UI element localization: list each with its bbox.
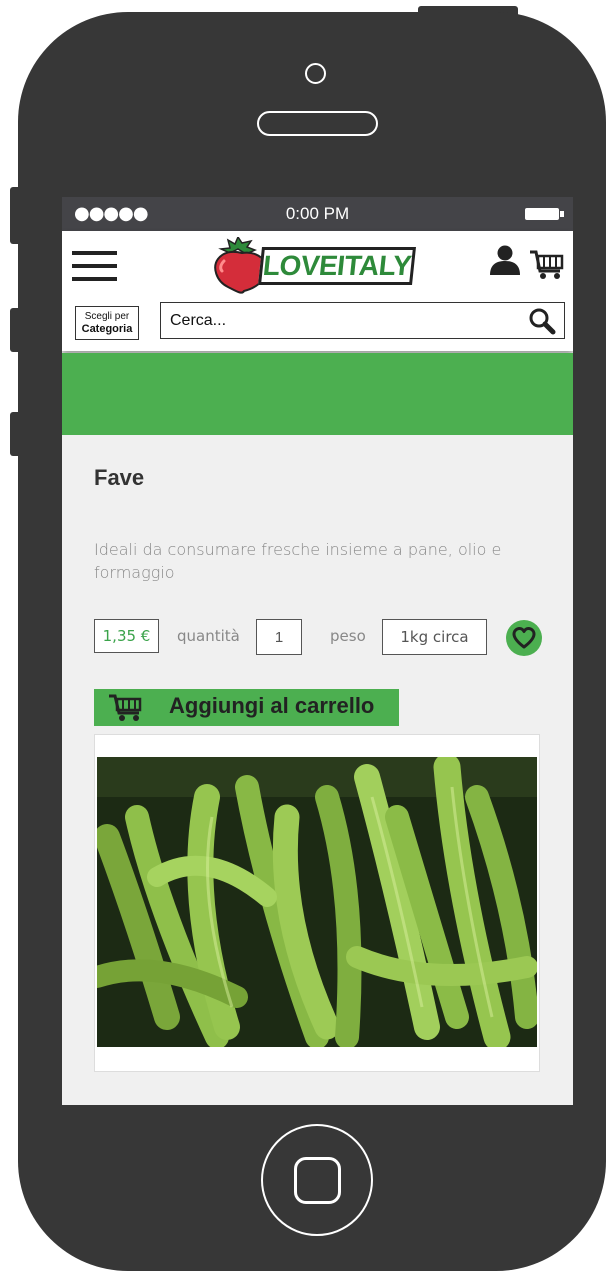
battery-icon: [525, 208, 564, 220]
add-to-cart-button[interactable]: Aggiungi al carrello: [94, 689, 399, 726]
logo-text: LOVEITALY: [258, 247, 416, 285]
add-to-cart-label: Aggiungi al carrello: [169, 693, 375, 718]
product-photo-fava-beans: [97, 757, 537, 1047]
product-title: Fave: [94, 465, 145, 490]
cart-icon: [109, 694, 142, 721]
search-icon[interactable]: [528, 307, 556, 335]
quantity-label: quantità: [177, 627, 240, 645]
product-description: Ideali da consumare fresche insieme a pa…: [94, 540, 502, 582]
hamburger-menu-icon[interactable]: [72, 251, 117, 281]
heart-icon: [512, 627, 536, 649]
home-button-icon: [294, 1157, 341, 1204]
category-button-line2: Categoria: [81, 323, 133, 335]
product-price: 1,35 €: [94, 619, 159, 653]
phone-screen: ●●●●● 0:00 PM LOVEITALY Scegli per Categ…: [62, 197, 573, 1105]
category-button[interactable]: Scegli per Categoria: [75, 306, 139, 340]
earpiece-speaker: [257, 111, 378, 136]
category-button-line1: Scegli per: [84, 311, 130, 322]
weight-label: peso: [330, 627, 366, 645]
status-time: 0:00 PM: [285, 204, 350, 223]
front-camera: [305, 63, 326, 84]
search-input[interactable]: [161, 303, 511, 338]
user-account-icon[interactable]: [488, 245, 522, 275]
green-banner: [62, 353, 573, 435]
shopping-cart-icon[interactable]: [529, 249, 565, 281]
search-box: [160, 302, 565, 339]
app-header: LOVEITALY Scegli per Categoria: [62, 231, 573, 351]
favorite-button[interactable]: [506, 620, 542, 656]
loveitaly-logo[interactable]: LOVEITALY: [208, 237, 420, 297]
product-image-frame: [94, 734, 540, 1072]
quantity-input[interactable]: [256, 619, 302, 655]
status-bar: ●●●●● 0:00 PM: [62, 197, 573, 231]
weight-value[interactable]: 1kg circa: [382, 619, 487, 655]
